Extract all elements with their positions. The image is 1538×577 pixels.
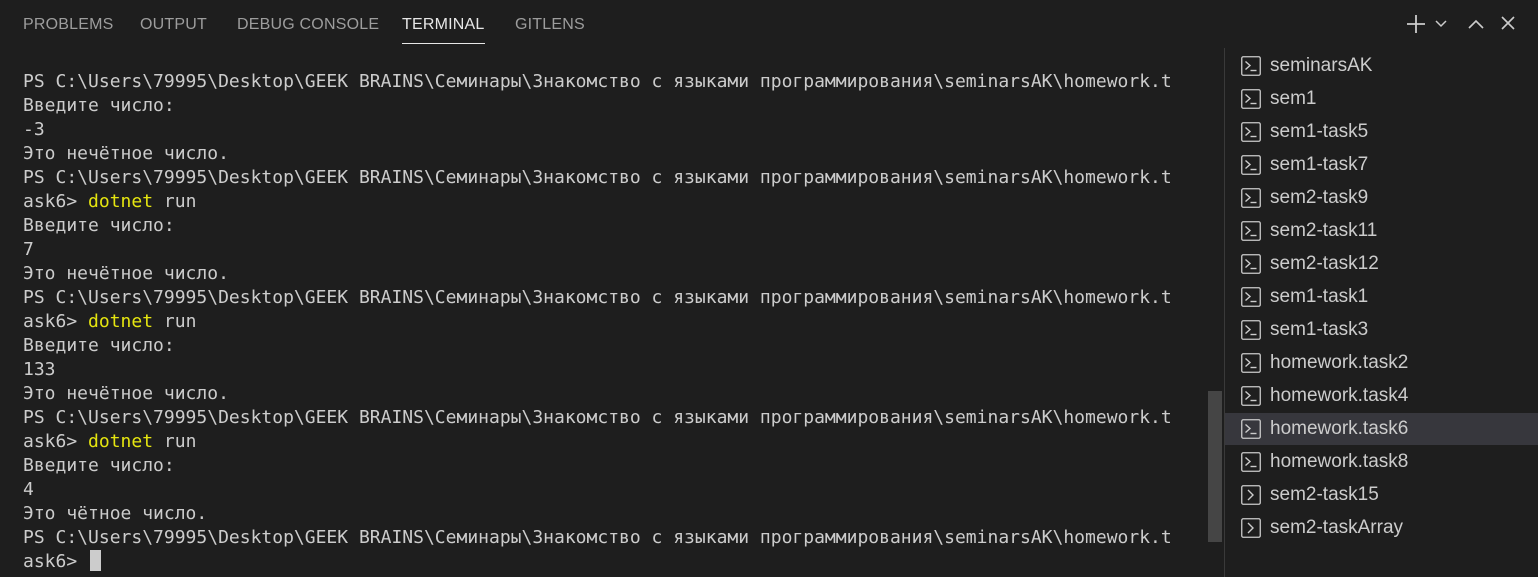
terminal-list-item[interactable]: sem2-task12 <box>1225 248 1538 280</box>
terminal-list-item[interactable]: homework.task2 <box>1225 347 1538 379</box>
command-args: run <box>153 311 197 332</box>
prompt-suffix: ask6> <box>23 311 89 332</box>
terminal-line: PS C:\Users\79995\Desktop\GEEK BRAINS\Се… <box>23 527 1172 548</box>
terminal-line: PS C:\Users\79995\Desktop\GEEK BRAINS\Се… <box>23 71 1172 92</box>
terminal-line: PS C:\Users\79995\Desktop\GEEK BRAINS\Се… <box>23 407 1172 428</box>
terminal-list-item[interactable]: sem2-task15 <box>1225 479 1538 511</box>
command-name: dotnet <box>88 311 154 332</box>
tab-gitlens[interactable]: GITLENS <box>515 0 585 48</box>
terminal-list-item[interactable]: sem1-task1 <box>1225 281 1538 313</box>
terminal-list-label: sem1-task3 <box>1270 319 1369 340</box>
terminal-list-label: homework.task6 <box>1270 418 1409 439</box>
terminal-line: Это нечётное число. <box>23 143 229 164</box>
terminal-list-item[interactable]: sem1-task7 <box>1225 149 1538 181</box>
terminal-list-item-selected[interactable]: homework.task6 <box>1225 413 1538 445</box>
terminal-list-item[interactable]: seminarsAK <box>1225 50 1538 82</box>
terminal-line: Это чётное число. <box>23 503 208 524</box>
terminal-icon <box>1241 287 1261 307</box>
terminal-line: ask6> dotnet run <box>23 190 1208 214</box>
tab-terminal[interactable]: TERMINAL <box>402 0 485 48</box>
terminal-scrollbar[interactable] <box>1208 391 1222 542</box>
terminal-list-label: sem2-task9 <box>1270 187 1369 208</box>
terminal-icon <box>1241 320 1261 340</box>
terminal-icon <box>1241 221 1261 241</box>
tab-output[interactable]: OUTPUT <box>140 0 207 48</box>
terminal-list-item[interactable]: sem2-taskArray <box>1225 512 1538 544</box>
prompt-suffix: ask6> <box>23 431 89 452</box>
terminal-line: PS C:\Users\79995\Desktop\GEEK BRAINS\Се… <box>23 167 1172 188</box>
terminal-icon <box>1241 56 1261 76</box>
terminal-list-item[interactable]: homework.task8 <box>1225 446 1538 478</box>
terminal-cursor <box>90 550 102 571</box>
terminal-line: Введите число: <box>23 335 175 356</box>
terminal-line: 4 <box>23 479 34 500</box>
terminal-list-label: homework.task2 <box>1270 352 1409 373</box>
terminal-list-label: seminarsAK <box>1270 55 1373 76</box>
terminal-list-label: sem1 <box>1270 88 1317 109</box>
command-name: dotnet <box>88 431 154 452</box>
terminal-list-label: sem1-task5 <box>1270 121 1369 142</box>
terminal-line: 7 <box>23 239 34 260</box>
terminal-line: Введите число: <box>23 95 175 116</box>
terminal-list-item[interactable]: sem1-task3 <box>1225 314 1538 346</box>
terminal-icon <box>1241 155 1261 175</box>
terminal-line: ask6> <box>23 550 1208 574</box>
terminal-line: PS C:\Users\79995\Desktop\GEEK BRAINS\Се… <box>23 287 1172 308</box>
chevron-up-icon[interactable] <box>1466 10 1486 38</box>
terminal-icon <box>1241 122 1261 142</box>
terminal-icon <box>1241 89 1261 109</box>
terminal-line: 133 <box>23 359 56 380</box>
terminal-list-label: sem1-task1 <box>1270 286 1369 307</box>
prompt-suffix: ask6> <box>23 551 89 572</box>
tab-problems[interactable]: PROBLEMS <box>23 0 114 48</box>
terminal-list-item[interactable]: sem2-task11 <box>1225 215 1538 247</box>
terminal-line: Это нечётное число. <box>23 383 229 404</box>
chevron-right-icon <box>1241 518 1261 538</box>
chevron-right-icon <box>1241 485 1261 505</box>
terminal-line: ask6> dotnet run <box>23 310 1208 334</box>
command-args: run <box>153 431 197 452</box>
close-icon[interactable] <box>1498 10 1518 38</box>
command-args: run <box>153 191 197 212</box>
terminal-list-label: sem2-task12 <box>1270 253 1379 274</box>
terminal-icon <box>1241 254 1261 274</box>
terminal-list-label: sem2-task15 <box>1270 484 1379 505</box>
tab-debug-console[interactable]: DEBUG CONSOLE <box>237 0 379 48</box>
terminal-icon <box>1241 419 1261 439</box>
terminal-list-label: homework.task8 <box>1270 451 1409 472</box>
terminal-icon <box>1241 386 1261 406</box>
terminal-list-item[interactable]: sem1-task5 <box>1225 116 1538 148</box>
terminal-list-label: sem2-taskArray <box>1270 517 1404 538</box>
terminal-list-item[interactable]: sem2-task9 <box>1225 182 1538 214</box>
terminal-icon <box>1241 353 1261 373</box>
terminal-line: Введите число: <box>23 215 175 236</box>
terminal-icon <box>1241 452 1261 472</box>
plus-icon[interactable] <box>1405 10 1427 38</box>
terminal-list-label: sem2-task11 <box>1270 220 1378 241</box>
terminal-list-label: sem1-task7 <box>1270 154 1369 175</box>
panel-tab-bar: PROBLEMS OUTPUT DEBUG CONSOLE TERMINAL G… <box>0 0 1538 48</box>
prompt-suffix: ask6> <box>23 191 89 212</box>
terminal-line: Это нечётное число. <box>23 263 229 284</box>
terminal-list-item[interactable]: sem1 <box>1225 83 1538 115</box>
terminal-output[interactable]: PS C:\Users\79995\Desktop\GEEK BRAINS\Се… <box>23 70 1208 577</box>
terminal-list-label: homework.task4 <box>1270 385 1409 406</box>
chevron-down-icon[interactable] <box>1433 10 1449 38</box>
terminal-line: Введите число: <box>23 455 175 476</box>
command-name: dotnet <box>88 191 154 212</box>
terminal-list-panel: seminarsAK sem1 sem1-task5 sem1-task7 se… <box>1224 48 1538 577</box>
terminal-list-item[interactable]: homework.task4 <box>1225 380 1538 412</box>
terminal-line: ask6> dotnet run <box>23 430 1208 454</box>
terminal-icon <box>1241 188 1261 208</box>
terminal-line: -3 <box>23 119 45 140</box>
